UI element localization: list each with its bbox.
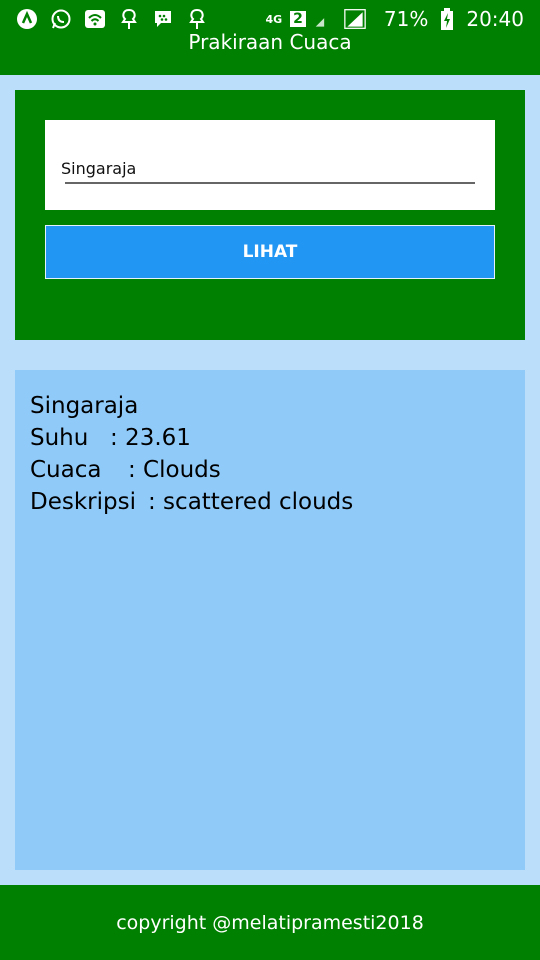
signal-icon [344, 8, 366, 30]
search-panel: LIHAT [15, 90, 525, 340]
deskripsi-value: : scattered clouds [148, 489, 354, 515]
result-city: Singaraja [30, 393, 139, 419]
wifi-icon [84, 8, 106, 30]
tree-icon [186, 8, 208, 30]
bbm-icon [152, 8, 174, 30]
copyright-text: copyright @melatipramesti2018 [116, 911, 424, 934]
city-input-card [45, 120, 495, 210]
cuaca-label: Cuaca [30, 457, 102, 483]
whatsapp-icon [50, 8, 72, 30]
footer: copyright @melatipramesti2018 [0, 885, 540, 960]
app-bar: Prakiraan Cuaca [0, 30, 540, 75]
signal-icon [314, 8, 336, 30]
battery-charging-icon [436, 8, 458, 30]
notification-app-icon [16, 8, 38, 30]
input-underline [65, 182, 475, 184]
result-suhu-row: Suhu : 23.61 [30, 422, 510, 454]
result-city-row: Singaraja [30, 390, 510, 422]
app-title: Prakiraan Cuaca [188, 30, 352, 54]
suhu-value: : 23.61 [110, 425, 191, 451]
tree-icon [118, 8, 140, 30]
sim-slot-badge: 2 [290, 11, 306, 27]
weather-result-panel: Singaraja Suhu : 23.61 Cuaca : Clouds De… [15, 370, 525, 870]
battery-percent: 71% [383, 7, 429, 31]
result-deskripsi-row: Deskripsi : scattered clouds [30, 486, 510, 518]
network-type-label: 4G [265, 12, 283, 26]
cuaca-value: : Clouds [128, 457, 221, 483]
lihat-button[interactable]: LIHAT [45, 225, 495, 279]
suhu-label: Suhu [30, 425, 89, 451]
result-cuaca-row: Cuaca : Clouds [30, 454, 510, 486]
clock: 20:40 [466, 7, 524, 31]
deskripsi-label: Deskripsi [30, 489, 136, 515]
